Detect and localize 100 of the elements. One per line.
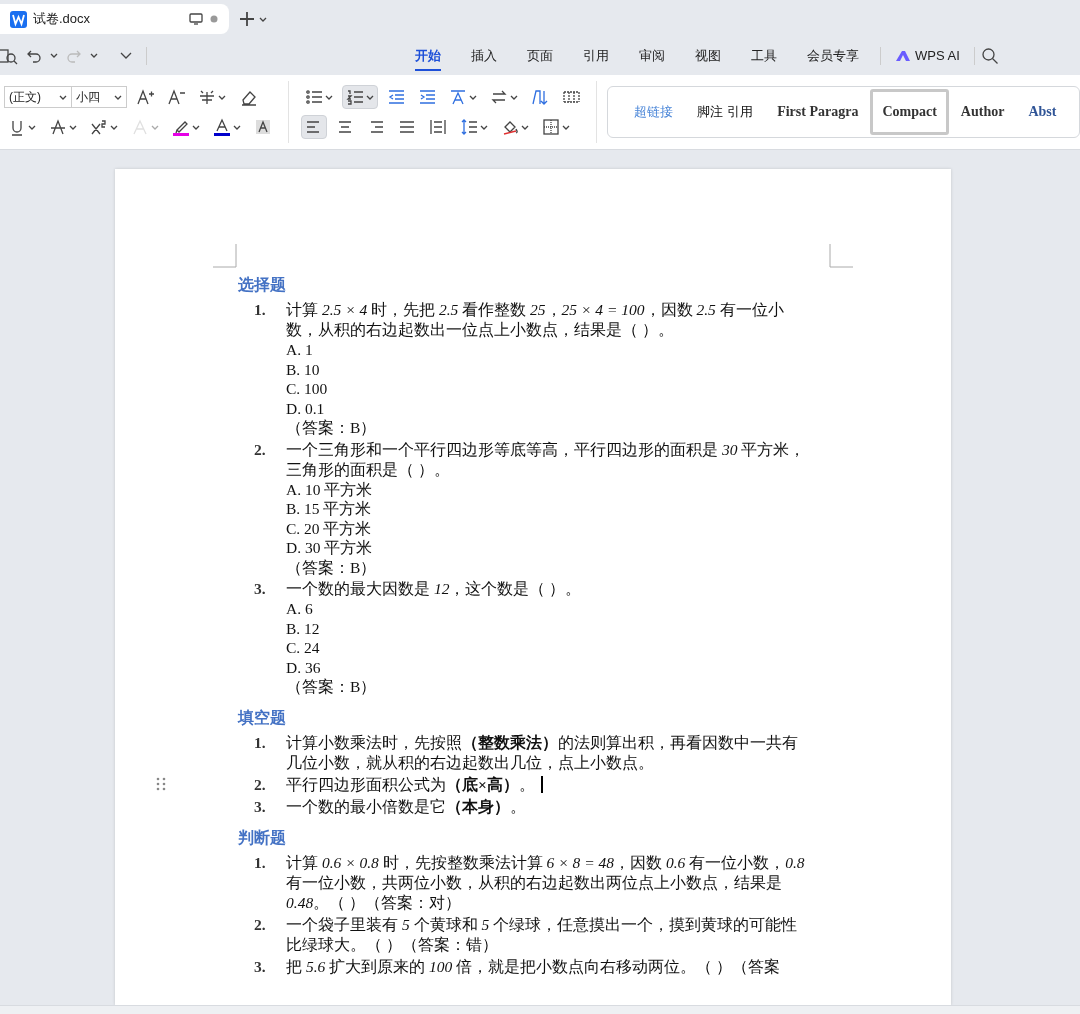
distribute-icon: [429, 118, 447, 136]
caret-icon: [366, 94, 374, 100]
caret-icon: [28, 124, 36, 130]
answer-option: A. 10 平方米: [286, 480, 373, 498]
answer-option: B. 12: [286, 619, 320, 637]
section-heading: 选择题: [238, 275, 287, 295]
caret-icon: [110, 124, 118, 130]
answer-option: C. 20 平方米: [286, 519, 372, 537]
caret-icon: [510, 94, 518, 100]
page-corner-mark: [213, 244, 237, 268]
document-tab[interactable]: 试卷.docx: [0, 4, 229, 34]
numbered-list-button[interactable]: [342, 85, 378, 109]
list-number: 3.: [254, 796, 267, 817]
answer-option: C. 24: [286, 639, 320, 656]
answer-option: D. 30 平方米: [286, 539, 373, 556]
strikethrough-icon: [49, 118, 67, 136]
menu-tab[interactable]: 页面: [512, 40, 568, 71]
question-text: 一个三角形和一个平行四边形等底等高，平行四边形的面积是 30 平方米，三角形的面积是（ ）。: [286, 440, 806, 478]
answer-option: B. 10: [286, 360, 320, 378]
section-heading: 判断题: [238, 827, 287, 848]
question-text: 一个袋子里装有 5 个黄球和 5 个绿球，任意摸出一个，摸到黄球的可能性比绿球大。（ ）（答案：错）: [286, 915, 797, 953]
decrease-indent-icon: [387, 88, 405, 106]
justify-icon: [398, 118, 416, 136]
caret-icon: [218, 94, 226, 100]
caret-icon: [562, 124, 570, 130]
dot-icon: [209, 14, 219, 24]
monitor-icon: [189, 13, 203, 25]
menu-tab[interactable]: 开始: [400, 40, 456, 71]
text-effect-icon: [131, 118, 149, 136]
sort-icon: [531, 88, 549, 106]
page-corner-mark: [829, 244, 853, 268]
font-grow-icon: [136, 88, 154, 106]
caret-icon: [480, 124, 488, 130]
font-name-dropdown[interactable]: (正文): [4, 86, 72, 108]
font-color-icon: [213, 118, 231, 136]
caret-icon: [50, 53, 58, 58]
caret-icon: [233, 124, 241, 130]
search-icon: [980, 46, 999, 65]
question-text: 计算 2.5 × 4 时，先把 2.5 看作整数 25，25 × 4 = 100，因数 2.5 有一位小数，从积的右边起数出一位点上小数点，结果是（ ）。: [286, 301, 784, 338]
caret-icon: [521, 124, 529, 130]
more-icon: [120, 51, 132, 60]
numbered-list-icon: [346, 88, 364, 106]
style-item[interactable]: Compact: [870, 89, 949, 135]
style-item[interactable]: Author: [948, 89, 1017, 135]
menu-tab[interactable]: 工具: [736, 40, 792, 71]
question-text: 一个数的最大因数是 12，这个数是（ ）。: [286, 580, 582, 597]
list-number: 3.: [254, 579, 267, 599]
list-number: 2.: [254, 439, 267, 460]
list-number: 1.: [254, 300, 267, 320]
caret-icon: [192, 124, 200, 130]
drag-handle-icon[interactable]: [156, 776, 166, 791]
text-swap-icon: [490, 88, 508, 106]
caret-icon: [90, 53, 98, 58]
ai-logo-icon: [895, 49, 911, 62]
answer-key: （答案：B）: [286, 419, 377, 436]
tab-title: 试卷.docx: [33, 10, 92, 28]
answer-option: D. 36: [286, 658, 321, 676]
caret-icon: [469, 94, 477, 100]
question-text: 计算 0.6 × 0.8 时，先按整数乘法计算 6 × 8 = 48，因数 0.6 有一位小数，0.8 有一位小数，共两位小数，从积的右边起数出两位点上小数点，结果是 0.48。（ ）（答案：对）: [286, 853, 805, 911]
style-item[interactable]: 脚注 引用: [685, 89, 766, 135]
menu-tab[interactable]: 插入: [456, 40, 512, 71]
bulleted-list-icon: [305, 88, 323, 106]
character-spacing-icon: [449, 88, 467, 106]
caret-icon: [151, 124, 159, 130]
align-center-icon: [336, 118, 354, 136]
question-text: 一个数的最小倍数是它（本身）。: [286, 797, 526, 815]
superscript-icon: [90, 118, 108, 136]
caret-icon: [325, 94, 333, 100]
print-preview-icon: [0, 46, 18, 65]
question-text: 平行四边形面积公式为（底×高）。: [286, 775, 535, 793]
font-size-dropdown[interactable]: 小四: [71, 86, 127, 108]
answer-option: D. 0.1: [286, 399, 325, 417]
caret-icon: [59, 94, 67, 100]
answer-option: C. 100: [286, 380, 328, 397]
menu-tab[interactable]: 视图: [680, 40, 736, 71]
section-heading: 填空题: [238, 707, 287, 728]
align-left-button[interactable]: [301, 115, 327, 139]
style-item[interactable]: 超链接: [622, 89, 685, 135]
answer-key: （答案：B）: [286, 558, 377, 576]
style-item[interactable]: First Paragra: [765, 89, 871, 135]
wps-ai-button[interactable]: WPS AI: [887, 44, 968, 67]
list-number: 3.: [254, 956, 267, 977]
menu-tab[interactable]: 审阅: [624, 40, 680, 71]
font-shrink-icon: [167, 88, 185, 106]
menu-tab[interactable]: 引用: [568, 40, 624, 71]
list-number: 2.: [254, 914, 267, 935]
style-item[interactable]: Abst: [1016, 89, 1069, 135]
increase-indent-icon: [418, 88, 436, 106]
answer-option: A. 1: [286, 341, 313, 358]
character-shading-icon: [254, 118, 272, 136]
answer-option: A. 6: [286, 600, 313, 617]
answer-key: （答案：B）: [286, 678, 377, 695]
menu-tab[interactable]: 会员专享: [792, 40, 874, 71]
answer-option: B. 15 平方米: [286, 500, 372, 517]
phonetic-guide-icon: [198, 88, 216, 106]
caret-icon: [114, 94, 122, 100]
caret-icon: [69, 124, 77, 130]
document-icon: [10, 10, 27, 28]
line-spacing-icon: [460, 118, 478, 136]
list-number: 1.: [254, 852, 267, 873]
